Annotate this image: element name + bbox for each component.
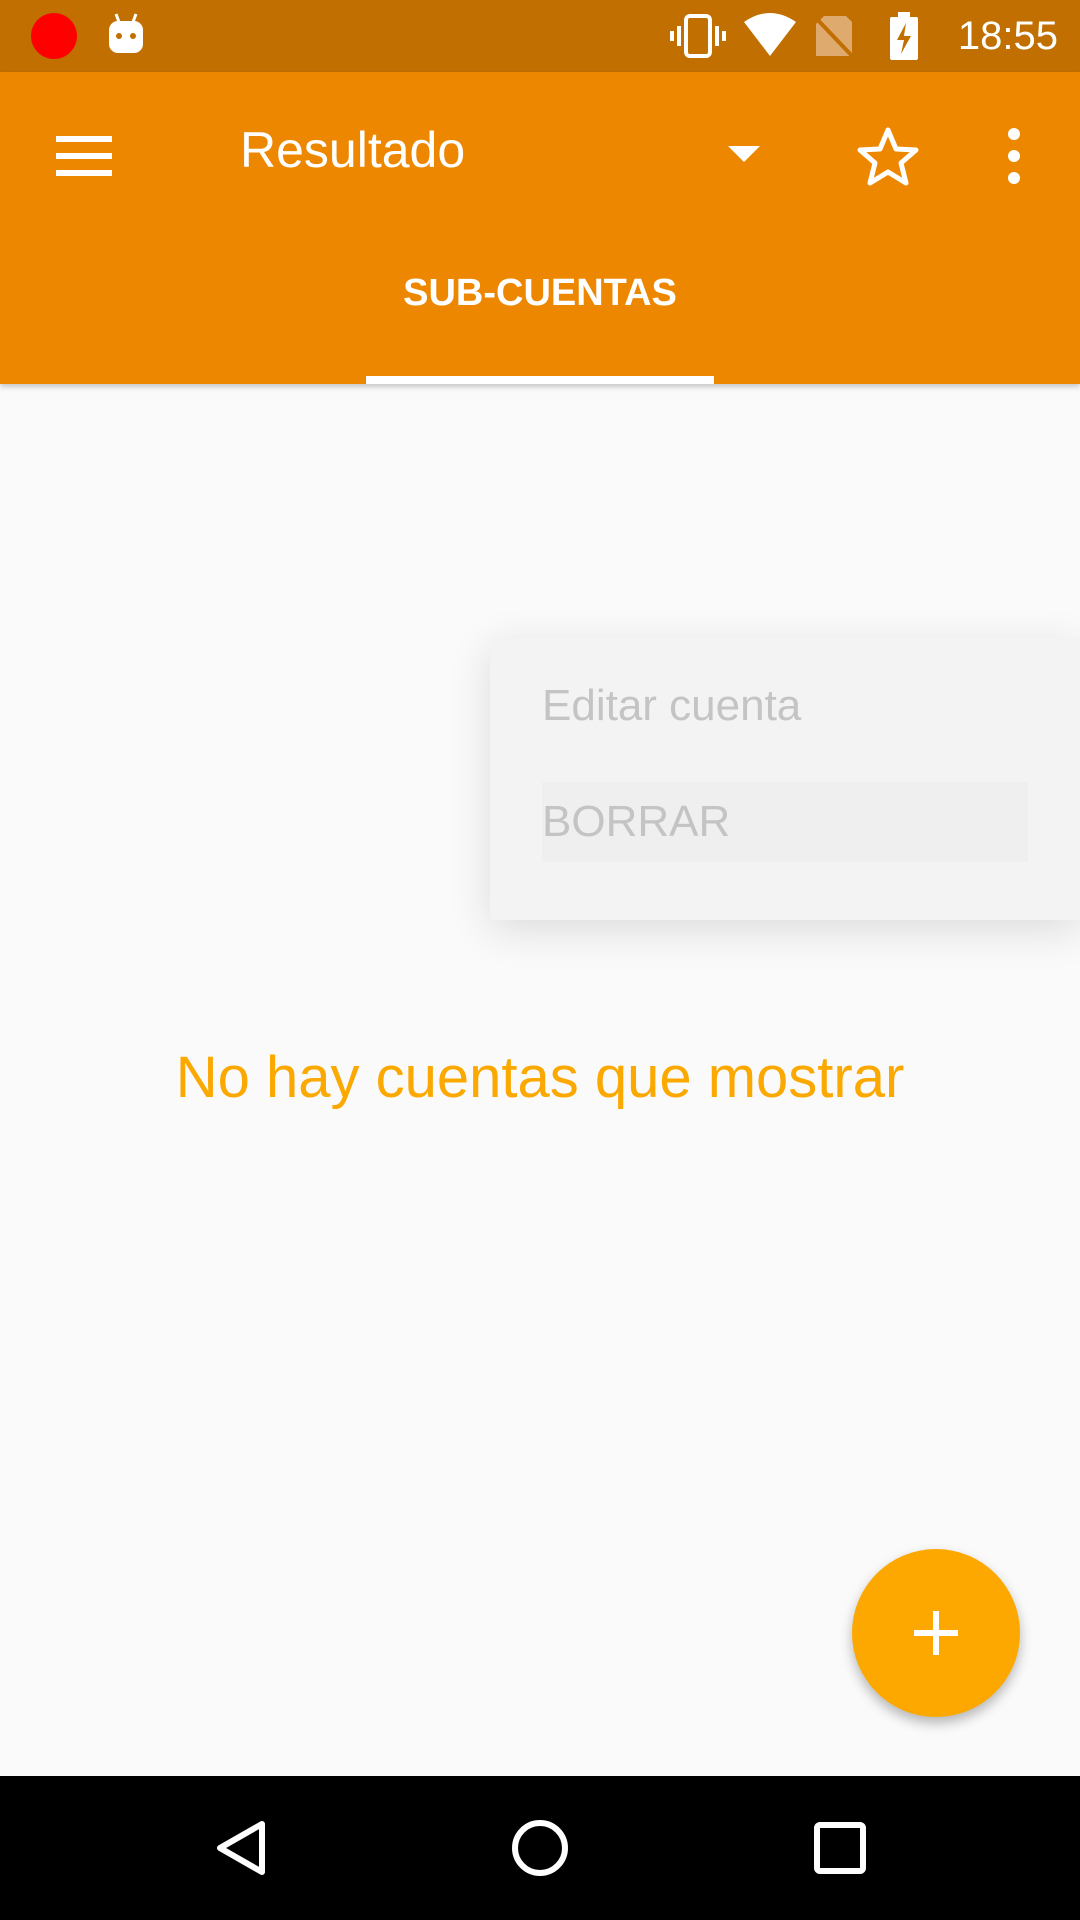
navigation-drawer-button[interactable] [32, 104, 136, 208]
battery-charging-icon [890, 12, 918, 60]
wifi-icon [744, 13, 796, 56]
title-dropdown-button[interactable] [718, 128, 770, 180]
recents-button[interactable] [790, 1798, 890, 1898]
menu-item-borrar[interactable]: BORRAR [542, 782, 1028, 862]
tab-label: SUB-CUENTAS [403, 272, 677, 314]
more-vert-icon [1008, 128, 1020, 184]
star-outline-icon [857, 127, 919, 186]
favorite-button[interactable] [848, 118, 928, 198]
recents-icon [814, 1822, 866, 1874]
status-bar: 18:55 [0, 0, 1080, 72]
home-icon [512, 1820, 568, 1876]
back-button[interactable] [190, 1798, 290, 1898]
dropdown-arrow-icon [728, 146, 760, 162]
menu-item-editar-cuenta[interactable]: Editar cuenta [542, 666, 801, 746]
overflow-menu-button[interactable] [982, 118, 1046, 198]
add-account-button[interactable] [852, 1549, 1020, 1717]
context-menu: Editar cuenta BORRAR [490, 638, 1080, 920]
status-clock: 18:55 [957, 14, 1058, 58]
app-toolbar: Resultado SUB-CUENTAS [0, 72, 1080, 384]
toolbar-title[interactable]: Resultado [240, 118, 465, 182]
back-icon [217, 1821, 265, 1875]
empty-state-message: No hay cuentas que mostrar [175, 1045, 905, 1110]
android-debug-icon [109, 13, 143, 53]
system-navigation-bar [0, 1776, 1080, 1920]
tab-sub-cuentas[interactable]: SUB-CUENTAS [366, 272, 714, 384]
tab-indicator [366, 376, 714, 384]
no-sim-icon [812, 14, 856, 60]
add-icon [914, 1611, 958, 1655]
home-button[interactable] [490, 1798, 590, 1898]
vibrate-icon [670, 14, 726, 58]
menu-icon [56, 136, 112, 176]
record-indicator-icon [31, 13, 77, 59]
